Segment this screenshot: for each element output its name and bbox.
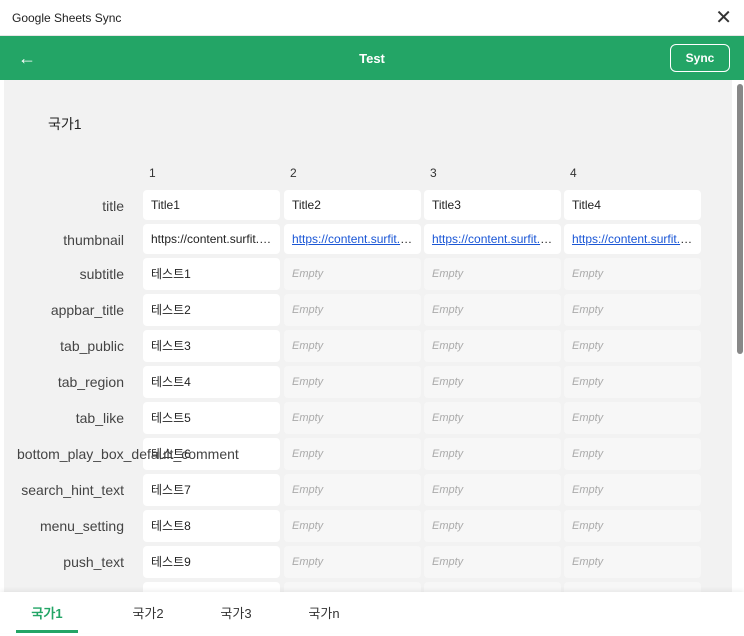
- empty-cell[interactable]: Empty: [564, 294, 701, 326]
- scrollbar[interactable]: [736, 82, 744, 592]
- thumbnail-link-cell[interactable]: https://content.surfit.io/...: [284, 224, 421, 254]
- value-cell[interactable]: Title3: [424, 190, 561, 220]
- row-key-label: thumbnail: [63, 232, 124, 248]
- table-row: thumbnail https://content.surfit.io/... ht…: [4, 224, 732, 254]
- row-key-label: search_hint_text: [21, 482, 124, 498]
- value-cell[interactable]: [284, 582, 421, 592]
- empty-cell[interactable]: Empty: [564, 438, 701, 470]
- empty-cell[interactable]: Empty: [564, 546, 701, 578]
- table-row: push_text 테스트9 Empty Empty Empty: [4, 546, 732, 578]
- column-header: 1: [149, 166, 156, 180]
- row-key-label: bottom_play_box_default_comment: [17, 446, 239, 462]
- empty-cell[interactable]: Empty: [284, 294, 421, 326]
- window-title: Google Sheets Sync: [12, 10, 122, 25]
- sheet-content: 국가1 1 2 3 4 title Title1 Title2 Title3 Title4 thu…: [4, 80, 732, 592]
- table-row: search_hint_text 테스트7 Empty Empty Empty: [4, 474, 732, 506]
- table-row: menu_setting 테스트8 Empty Empty Empty: [4, 510, 732, 542]
- row-key-label: menu_setting: [39, 518, 124, 534]
- empty-cell[interactable]: Empty: [564, 366, 701, 398]
- column-header: 2: [290, 166, 297, 180]
- tab-country-1[interactable]: 국가1: [16, 592, 78, 633]
- value-cell[interactable]: Title1: [143, 190, 280, 220]
- country-tabs: 국가1 국가2 국가3 국가n: [0, 592, 744, 633]
- empty-cell[interactable]: Empty: [284, 438, 421, 470]
- tab-country-2[interactable]: 국가2: [104, 592, 192, 633]
- value-cell[interactable]: 테스트1: [143, 258, 280, 290]
- value-cell[interactable]: [143, 582, 280, 592]
- empty-cell[interactable]: Empty: [284, 258, 421, 290]
- value-cell[interactable]: 테스트4: [143, 366, 280, 398]
- table-row: tab_like 테스트5 Empty Empty Empty: [4, 402, 732, 434]
- empty-cell[interactable]: Empty: [424, 438, 561, 470]
- thumbnail-link[interactable]: https://content.surfit.io/...: [432, 232, 561, 246]
- empty-cell[interactable]: Empty: [564, 510, 701, 542]
- column-header: 3: [430, 166, 437, 180]
- section-title: 국가1: [48, 116, 82, 132]
- column-header: 4: [570, 166, 577, 180]
- empty-cell[interactable]: Empty: [424, 294, 561, 326]
- empty-cell[interactable]: Empty: [284, 546, 421, 578]
- row-key-label: title: [102, 198, 124, 214]
- value-cell[interactable]: [424, 582, 561, 592]
- value-cell[interactable]: [564, 582, 701, 592]
- value-cell[interactable]: 테스트5: [143, 402, 280, 434]
- value-cell[interactable]: 테스트7: [143, 474, 280, 506]
- scrollbar-thumb[interactable]: [737, 84, 743, 354]
- table-row: [4, 582, 732, 592]
- thumbnail-link[interactable]: https://content.surfit.io/...: [292, 232, 421, 246]
- value-cell[interactable]: 테스트9: [143, 546, 280, 578]
- value-cell[interactable]: 테스트2: [143, 294, 280, 326]
- value-cell[interactable]: Title2: [284, 190, 421, 220]
- value-cell[interactable]: https://content.surfit.io/...: [143, 224, 280, 254]
- value-cell[interactable]: 테스트3: [143, 330, 280, 362]
- table-row: tab_public 테스트3 Empty Empty Empty: [4, 330, 732, 362]
- tab-country-4[interactable]: 국가n: [280, 592, 368, 633]
- empty-cell[interactable]: Empty: [284, 474, 421, 506]
- empty-cell[interactable]: Empty: [564, 330, 701, 362]
- empty-cell[interactable]: Empty: [284, 402, 421, 434]
- value-cell[interactable]: 테스트8: [143, 510, 280, 542]
- empty-cell[interactable]: Empty: [564, 402, 701, 434]
- thumbnail-link-cell[interactable]: https://content.surfit.io/...: [564, 224, 701, 254]
- thumbnail-link[interactable]: https://content.surfit.io/...: [572, 232, 701, 246]
- empty-cell[interactable]: Empty: [424, 258, 561, 290]
- close-icon[interactable]: ✕: [715, 8, 732, 28]
- empty-cell[interactable]: Empty: [424, 402, 561, 434]
- table-row: bottom_play_box_default_comment 테스트6 Empty…: [4, 438, 732, 470]
- empty-cell[interactable]: Empty: [284, 366, 421, 398]
- empty-cell[interactable]: Empty: [424, 546, 561, 578]
- tab-country-3[interactable]: 국가3: [192, 592, 280, 633]
- table-row: title Title1 Title2 Title3 Title4: [4, 190, 732, 220]
- value-cell[interactable]: Title4: [564, 190, 701, 220]
- empty-cell[interactable]: Empty: [424, 474, 561, 506]
- row-key-label: appbar_title: [50, 302, 124, 318]
- table-row: tab_region 테스트4 Empty Empty Empty: [4, 366, 732, 398]
- page-title: Test: [359, 50, 385, 66]
- back-arrow-icon[interactable]: ←: [18, 48, 36, 69]
- app-header: ← Test Sync: [0, 36, 744, 80]
- empty-cell[interactable]: Empty: [424, 330, 561, 362]
- row-key-label: push_text: [63, 554, 124, 570]
- row-key-label: tab_like: [75, 410, 124, 426]
- table-row: appbar_title 테스트2 Empty Empty Empty: [4, 294, 732, 326]
- empty-cell[interactable]: Empty: [424, 366, 561, 398]
- thumbnail-link-cell[interactable]: https://content.surfit.io/...: [424, 224, 561, 254]
- empty-cell[interactable]: Empty: [284, 510, 421, 542]
- empty-cell[interactable]: Empty: [424, 510, 561, 542]
- row-key-label: subtitle: [79, 266, 124, 282]
- empty-cell[interactable]: Empty: [564, 474, 701, 506]
- table-row: subtitle 테스트1 Empty Empty Empty: [4, 258, 732, 290]
- sync-button[interactable]: Sync: [670, 44, 730, 72]
- row-key-label: tab_public: [60, 338, 124, 354]
- row-key-label: tab_region: [57, 374, 124, 390]
- empty-cell[interactable]: Empty: [564, 258, 701, 290]
- window-titlebar: Google Sheets Sync ✕: [0, 0, 744, 36]
- empty-cell[interactable]: Empty: [284, 330, 421, 362]
